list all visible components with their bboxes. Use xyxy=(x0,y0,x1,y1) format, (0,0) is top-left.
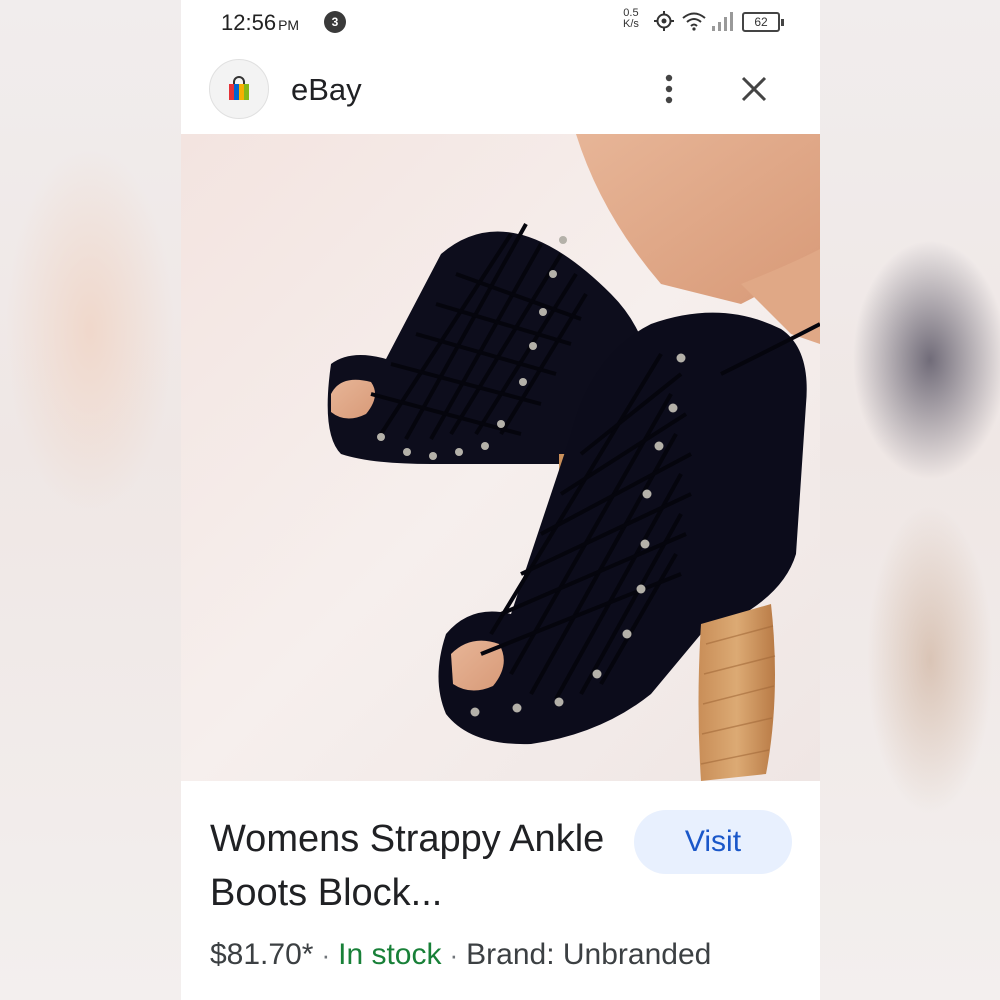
separator-dot: · xyxy=(321,940,331,970)
site-favicon[interactable] xyxy=(209,59,269,119)
product-photo xyxy=(181,134,820,781)
shopping-bag-icon xyxy=(229,76,249,100)
more-vert-icon xyxy=(665,74,673,104)
phone-screen: 12:56 PM 3 0.5 K/s 62 eBay Womens Strapp… xyxy=(181,0,820,1000)
wifi-icon xyxy=(682,12,706,31)
close-button[interactable] xyxy=(731,66,777,112)
battery-indicator: 62 xyxy=(742,12,784,32)
more-options-button[interactable] xyxy=(649,66,689,112)
product-brand: Brand: Unbranded xyxy=(466,938,712,971)
product-title[interactable]: Womens Strappy Ankle Boots Block... xyxy=(210,812,630,920)
page-header: eBay xyxy=(181,54,820,124)
notification-count-badge: 3 xyxy=(324,11,346,33)
stock-status: In stock xyxy=(338,938,442,971)
product-meta: $81.70* · In stock · Brand: Unbranded xyxy=(210,938,711,972)
close-icon xyxy=(741,76,767,102)
visit-button[interactable]: Visit xyxy=(634,810,792,874)
location-icon xyxy=(654,11,674,31)
product-image[interactable] xyxy=(181,134,820,781)
status-time: 12:56 PM xyxy=(221,10,300,35)
status-bar: 12:56 PM 3 0.5 K/s 62 xyxy=(181,0,820,44)
product-price: $81.70* xyxy=(210,938,314,971)
separator-dot: · xyxy=(449,940,459,970)
signal-icon xyxy=(712,12,733,31)
network-speed: 0.5 K/s xyxy=(623,7,639,30)
site-name: eBay xyxy=(291,72,362,107)
